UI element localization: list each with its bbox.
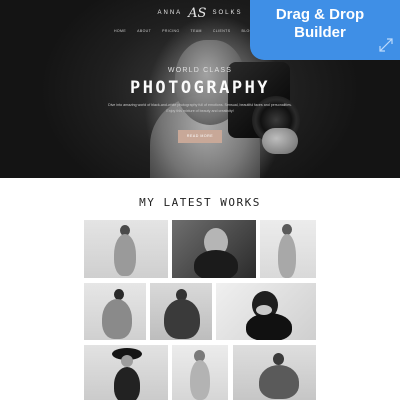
badge-line-1: Drag & Drop xyxy=(275,6,365,23)
hero-kicker: WORLD CLASS xyxy=(167,67,233,74)
gallery-photo[interactable] xyxy=(260,220,316,278)
gallery-photo[interactable] xyxy=(172,220,256,278)
gallery-photo[interactable] xyxy=(233,345,316,400)
badge-line-2: Builder xyxy=(294,24,346,41)
hero-model-hand xyxy=(262,128,298,154)
gallery-photo[interactable] xyxy=(216,283,316,340)
logo-last-name: SOLKS xyxy=(212,10,243,16)
logo-first-name: ANNA xyxy=(157,10,183,16)
gallery-photo[interactable] xyxy=(150,283,212,340)
nav-item-pricing[interactable]: PRICING xyxy=(162,29,179,33)
latest-works-title: MY LATEST WORKS xyxy=(139,196,261,209)
gallery-photo[interactable] xyxy=(84,345,168,400)
gallery-photo[interactable] xyxy=(172,345,228,400)
gallery-photo[interactable] xyxy=(84,283,146,340)
drag-drop-badge: Drag & Drop Builder xyxy=(250,0,400,60)
nav-item-about[interactable]: ABOUT xyxy=(137,29,151,33)
hero-description: Dive into amazing world of black-and-whi… xyxy=(108,103,292,113)
nav-item-team[interactable]: TEAM xyxy=(191,29,202,33)
logo-monogram: AS xyxy=(188,6,207,21)
nav-item-home[interactable]: HOME xyxy=(114,29,126,33)
gallery-photo[interactable] xyxy=(84,220,168,278)
move-arrows-icon xyxy=(378,37,394,56)
hero-title: PHOTOGRAPHY xyxy=(129,78,271,98)
read-more-button[interactable]: READ MORE xyxy=(178,130,222,143)
nav-item-clients[interactable]: CLIENTS xyxy=(213,29,231,33)
